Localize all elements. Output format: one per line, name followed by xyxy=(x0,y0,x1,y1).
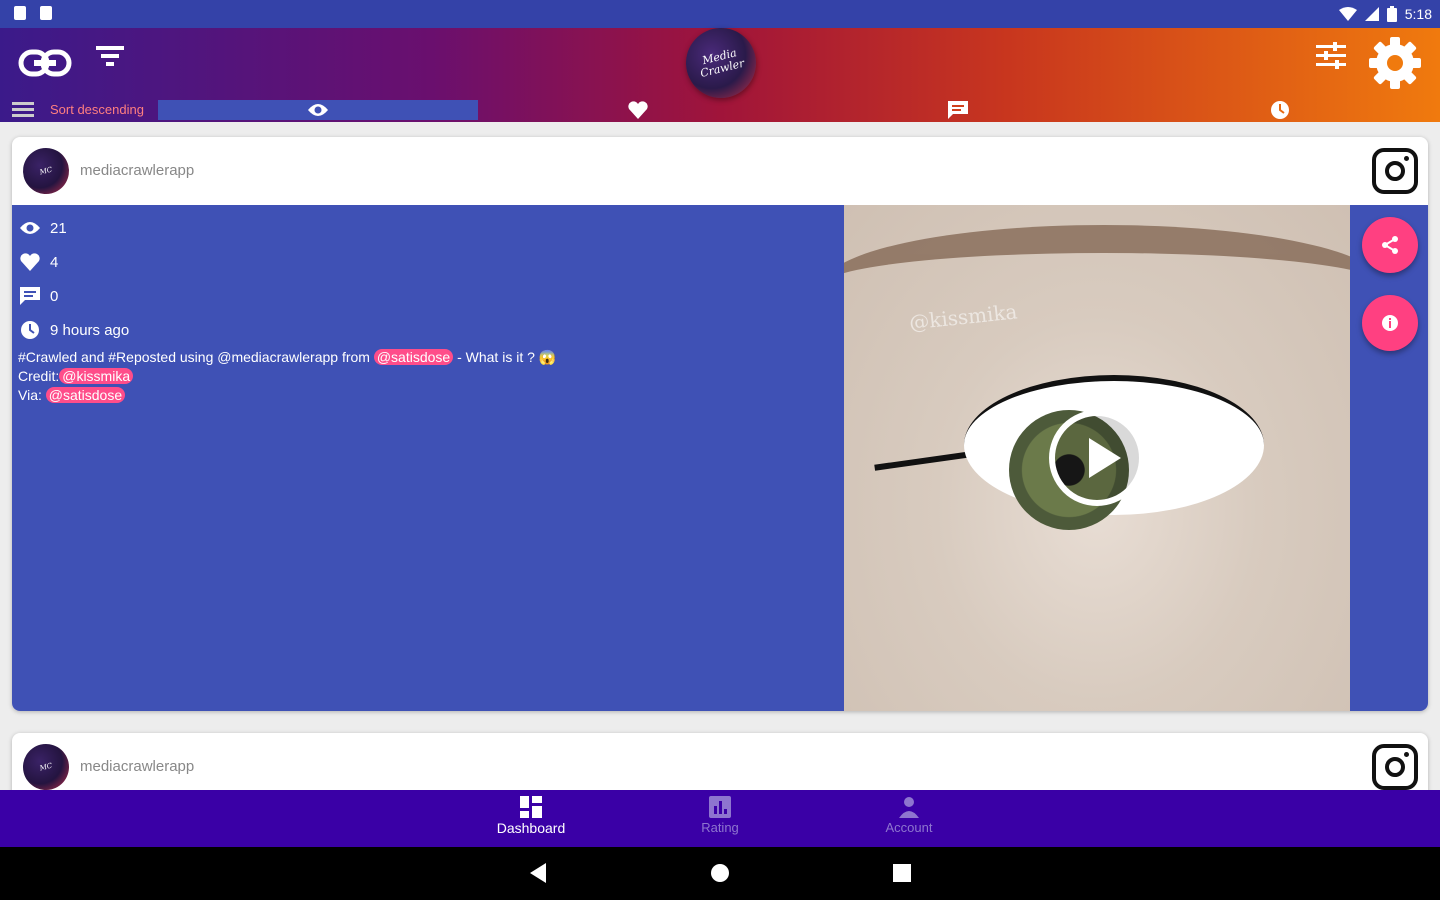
info-icon xyxy=(1382,315,1398,331)
caption-line1-prefix: #Crawled and #Reposted using @mediacrawl… xyxy=(18,349,374,365)
status-bar: 5:18 xyxy=(0,0,1440,28)
list-icon[interactable] xyxy=(12,100,34,120)
home-icon[interactable] xyxy=(710,863,730,883)
logo-text: Media Crawler xyxy=(698,46,746,81)
comment-icon xyxy=(20,287,40,305)
clock-icon xyxy=(21,321,39,339)
avatar[interactable]: MC xyxy=(18,143,74,199)
post-media[interactable]: @kissmika xyxy=(844,205,1350,711)
status-time: 5:18 xyxy=(1404,6,1432,22)
comment-icon xyxy=(948,101,968,119)
share-icon xyxy=(1382,236,1398,254)
time-ago: 9 hours ago xyxy=(50,321,130,339)
nav-rating-label: Rating xyxy=(701,820,739,835)
notification-icon xyxy=(40,6,52,20)
credit-prefix: Credit: xyxy=(18,368,60,384)
nav-account-label: Account xyxy=(885,820,933,835)
dashboard-icon xyxy=(520,796,542,818)
instagram-icon[interactable] xyxy=(1372,148,1418,194)
post-username[interactable]: mediacrawlerapp xyxy=(80,162,194,179)
credit-tag[interactable]: @kissmika xyxy=(59,368,134,384)
app-logo: Media Crawler xyxy=(678,20,764,106)
link-icon[interactable] xyxy=(18,48,72,78)
caption-line1-suffix: - What is it ? 😱 xyxy=(453,349,557,365)
nav-dashboard[interactable]: Dashboard xyxy=(476,796,586,836)
caption-tag[interactable]: @satisdose xyxy=(373,349,454,365)
post-stats: 21 4 0 9 hours ago xyxy=(18,211,129,347)
tab-likes[interactable] xyxy=(478,100,798,120)
recents-icon[interactable] xyxy=(893,864,911,882)
sort-tab-row: Sort descending xyxy=(0,98,1440,122)
rating-icon xyxy=(709,796,731,818)
filter-icon[interactable] xyxy=(96,44,124,68)
avatar[interactable]: MC xyxy=(18,739,74,795)
heart-icon xyxy=(628,101,648,119)
via-tag[interactable]: @satisdose xyxy=(45,387,126,403)
via-prefix: Via: xyxy=(18,387,46,403)
likes-count: 4 xyxy=(50,253,59,271)
views-stat: 21 xyxy=(18,211,129,245)
bottom-navigation: Dashboard Rating Account xyxy=(0,790,1440,847)
post-header: MC mediacrawlerapp xyxy=(12,137,1428,205)
eye-icon xyxy=(20,222,40,234)
play-button[interactable] xyxy=(1049,410,1145,506)
tab-time[interactable] xyxy=(1120,100,1440,120)
post-username[interactable]: mediacrawlerapp xyxy=(80,758,194,775)
signal-icon xyxy=(1364,7,1379,21)
nav-rating[interactable]: Rating xyxy=(665,796,775,835)
post-card[interactable]: MC mediacrawlerapp 21 4 0 9 hours ago #C xyxy=(12,137,1428,711)
clock-icon xyxy=(1271,101,1289,119)
system-navigation-bar xyxy=(0,847,1440,900)
comments-stat: 0 xyxy=(18,279,129,313)
app-bar: Media Crawler Sort descending xyxy=(0,20,1440,122)
post-body: 21 4 0 9 hours ago #Crawled and #Reposte… xyxy=(12,205,1428,711)
info-button[interactable] xyxy=(1362,295,1418,351)
comments-count: 0 xyxy=(50,287,59,305)
instagram-icon[interactable] xyxy=(1372,744,1418,790)
likes-stat: 4 xyxy=(18,245,129,279)
back-icon[interactable] xyxy=(528,863,548,883)
nav-dashboard-label: Dashboard xyxy=(496,820,566,836)
nav-account[interactable]: Account xyxy=(854,796,964,835)
sort-label: Sort descending xyxy=(50,102,144,117)
tune-icon[interactable] xyxy=(1316,42,1346,70)
share-button[interactable] xyxy=(1362,217,1418,273)
battery-icon xyxy=(1386,6,1397,22)
post-caption: #Crawled and #Reposted using @mediacrawl… xyxy=(18,348,818,405)
tab-comments[interactable] xyxy=(798,100,1118,120)
gear-icon[interactable] xyxy=(1368,36,1422,90)
heart-icon xyxy=(20,253,40,271)
tab-views[interactable] xyxy=(158,100,478,120)
sd-card-icon xyxy=(14,6,26,20)
wifi-icon xyxy=(1338,7,1357,21)
eye-icon xyxy=(308,104,328,116)
time-stat: 9 hours ago xyxy=(18,313,129,347)
views-count: 21 xyxy=(50,219,67,237)
account-icon xyxy=(899,797,919,818)
